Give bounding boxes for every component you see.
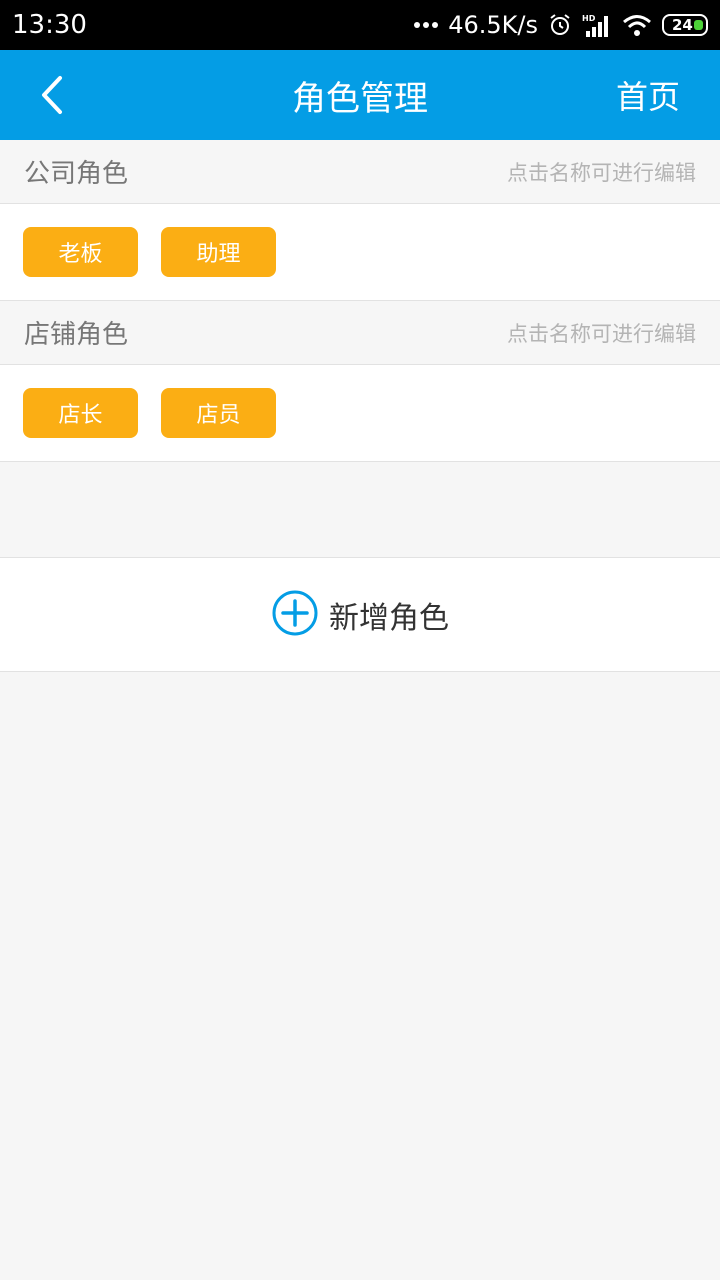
battery-icon: 24	[662, 14, 708, 36]
company-roles-list: 老板 助理	[0, 204, 720, 301]
store-section-header: 店铺角色 点击名称可进行编辑	[0, 301, 720, 365]
role-tag-store-clerk[interactable]: 店员	[161, 388, 276, 438]
add-role-button[interactable]: 新增角色	[0, 558, 720, 672]
status-time: 13:30	[12, 10, 87, 40]
company-section-title: 公司角色	[24, 159, 129, 189]
store-section-hint: 点击名称可进行编辑	[507, 321, 696, 346]
store-section-title: 店铺角色	[24, 320, 129, 350]
network-speed: 46.5K/s	[448, 11, 538, 39]
hd-signal-icon: HD	[582, 13, 612, 37]
add-role-label: 新增角色	[329, 600, 449, 636]
status-bar: 13:30 46.5K/s HD 24	[0, 0, 720, 50]
role-tag-boss[interactable]: 老板	[23, 227, 138, 277]
company-section-header: 公司角色 点击名称可进行编辑	[0, 140, 720, 204]
role-tag-assistant[interactable]: 助理	[161, 227, 276, 277]
company-section-hint: 点击名称可进行编辑	[507, 160, 696, 185]
store-roles-list: 店长 店员	[0, 365, 720, 462]
role-tag-store-manager[interactable]: 店长	[23, 388, 138, 438]
home-button[interactable]: 首页	[616, 72, 680, 118]
section-divider	[0, 462, 720, 558]
page-title: 角色管理	[292, 78, 428, 119]
back-button[interactable]	[36, 70, 76, 120]
battery-charge-indicator	[694, 20, 703, 30]
app-bar: 角色管理 首页	[0, 50, 720, 140]
status-icons: 46.5K/s HD 24	[414, 11, 708, 39]
plus-circle-icon	[271, 589, 319, 641]
wifi-icon	[622, 13, 652, 37]
battery-level: 24	[672, 16, 693, 34]
alarm-icon	[548, 13, 572, 37]
svg-text:HD: HD	[582, 14, 596, 23]
chevron-left-icon	[42, 76, 62, 114]
more-dots-icon	[414, 21, 439, 29]
